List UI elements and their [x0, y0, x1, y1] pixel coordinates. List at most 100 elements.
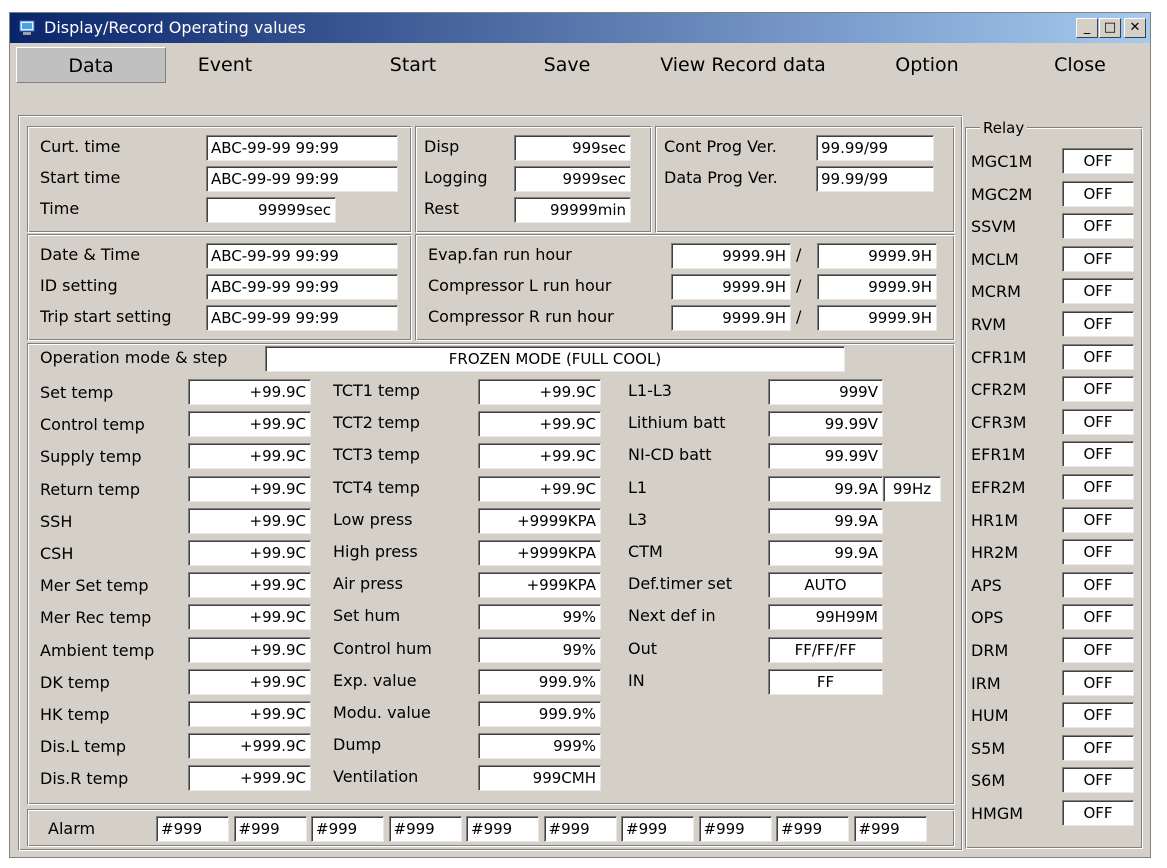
l3-label: L3: [628, 509, 648, 529]
relay-hmgm-label: HMGM: [971, 804, 1024, 823]
alarm-field: #999: [466, 816, 539, 842]
control-hum-label: Control hum: [333, 638, 432, 658]
in-label: IN: [628, 670, 645, 690]
ventilation-field: 999CMH: [478, 765, 601, 792]
window-title: Display/Record Operating values: [44, 18, 306, 37]
high-press-field: +9999KPA: [478, 540, 601, 566]
relay-efr2m-field: OFF: [1062, 474, 1134, 500]
l3-field: 99.9A: [768, 507, 883, 534]
evap-fan-run-hour-field-1: 9999.9H: [671, 243, 791, 269]
alarm-field: #999: [156, 816, 229, 842]
ctm-label: CTM: [628, 542, 663, 561]
mer-set-temp-field: +99.9C: [188, 572, 311, 599]
ni-cd-batt-field: 99.99V: [768, 443, 883, 470]
relay-irm-field: OFF: [1062, 669, 1134, 696]
relay-mgc2m-field: OFF: [1062, 180, 1134, 207]
dump-label: Dump: [333, 735, 382, 755]
version-group: Cont Prog Ver. 99.99/99 Data Prog Ver. 9…: [655, 126, 955, 233]
menu-view-record-button[interactable]: View Record data: [638, 47, 848, 83]
operation-mode-field: FROZEN MODE (FULL COOL): [265, 346, 845, 372]
relay-ops-field: OFF: [1062, 604, 1134, 631]
relay-s6m-field: OFF: [1062, 767, 1134, 794]
logging-field: 9999sec: [514, 166, 631, 192]
relay-mcrm-label: MCRM: [971, 282, 1021, 302]
alarm-group: Alarm #999 #999 #999 #999 #999 #999 #999 #999 #9…: [27, 809, 955, 847]
alarm-field: #999: [311, 816, 384, 842]
maximize-button[interactable]: □: [1099, 18, 1121, 38]
app-icon: [19, 20, 35, 35]
alarm-field: #999: [621, 816, 694, 842]
relay-mcrm-field: OFF: [1062, 278, 1134, 305]
low-press-field: +9999KPA: [478, 507, 601, 534]
title-bar: Display/Record Operating values _ □ ✕: [10, 13, 1150, 43]
relay-group: MGC1M OFF MGC2M OFF SSVM OFF MCLM OFF MCRM OFF RVM…: [965, 127, 1143, 849]
relay-hr2m-label: HR2M: [971, 543, 1019, 563]
trip-start-setting-field: ABC-99-99 99:99: [206, 305, 398, 331]
close-window-button[interactable]: ✕: [1124, 18, 1146, 38]
menu-option-button[interactable]: Option: [882, 47, 972, 83]
menu-event-button[interactable]: Event: [175, 47, 275, 83]
menu-data-button[interactable]: Data: [16, 47, 166, 83]
main-window: Display/Record Operating values _ □ ✕ Da…: [9, 12, 1151, 858]
relay-mgc1m-label: MGC1M: [971, 152, 1033, 171]
operation-values-group: Operation mode & step FROZEN MODE (FULL …: [27, 343, 955, 805]
dk-temp-label: DK temp: [40, 672, 110, 692]
relay-hr1m-label: HR1M: [971, 510, 1019, 530]
disp-group: Disp 999sec Logging 9999sec Rest 99999mi…: [415, 126, 652, 233]
time-label: Time: [40, 199, 80, 218]
run-hours-group: Evap.fan run hour 9999.9H / 9999.9H Comp…: [415, 234, 955, 341]
high-press-label: High press: [333, 542, 418, 561]
relay-hmgm-field: OFF: [1062, 800, 1134, 826]
date-time-field: ABC-99-99 99:99: [206, 243, 398, 269]
operation-mode-label: Operation mode & step: [40, 348, 228, 367]
rest-label: Rest: [424, 199, 459, 218]
l1-field: 99.9A: [768, 475, 883, 502]
menu-close-button[interactable]: Close: [1030, 47, 1130, 83]
csh-label: CSH: [40, 544, 74, 563]
separator-slash: /: [796, 245, 802, 264]
curt-time-field: ABC-99-99 99:99: [206, 135, 398, 161]
separator-slash: /: [796, 276, 802, 295]
dis-l-temp-label: Dis.L temp: [40, 737, 127, 757]
minimize-button[interactable]: _: [1076, 18, 1098, 38]
next-def-in-field: 99H99M: [768, 604, 883, 631]
menu-start-button[interactable]: Start: [368, 47, 458, 83]
tct1-temp-field: +99.9C: [478, 379, 601, 405]
alarm-field: #999: [388, 816, 462, 842]
ctm-field: 99.9A: [768, 540, 883, 566]
l1-frequency-field: 99Hz: [883, 475, 941, 502]
relay-drm-field: OFF: [1062, 637, 1134, 663]
ambient-temp-field: +99.9C: [188, 636, 311, 663]
relay-aps-label: APS: [971, 575, 1002, 595]
out-label: Out: [628, 638, 658, 658]
exp-value-field: 999.9%: [478, 668, 601, 695]
modu-value-field: 999.9%: [478, 701, 601, 727]
evap-fan-run-hour-label: Evap.fan run hour: [428, 245, 572, 264]
relay-mclm-label: MCLM: [971, 249, 1019, 269]
l1-l3-label: L1-L3: [628, 381, 672, 400]
hk-temp-label: HK temp: [40, 705, 110, 724]
air-press-field: +999KPA: [478, 572, 601, 599]
data-prog-ver-label: Data Prog Ver.: [664, 168, 778, 187]
relay-hum-label: HUM: [971, 706, 1009, 726]
def-timer-set-label: Def.timer set: [628, 574, 732, 594]
relay-ops-label: OPS: [971, 608, 1004, 628]
alarm-field: #999: [233, 816, 307, 842]
date-time-label: Date & Time: [40, 245, 141, 264]
relay-cfr3m-field: OFF: [1062, 408, 1134, 435]
out-field: FF/FF/FF: [768, 636, 883, 663]
relay-mgc2m-label: MGC2M: [971, 184, 1033, 204]
in-field: FF: [768, 668, 883, 695]
id-setting-field: ABC-99-99 99:99: [206, 274, 398, 300]
disp-label: Disp: [424, 137, 460, 156]
supply-temp-field: +99.9C: [188, 443, 311, 470]
relay-ssvm-label: SSVM: [971, 217, 1017, 237]
relay-efr1m-field: OFF: [1062, 441, 1134, 468]
relay-ssvm-field: OFF: [1062, 213, 1134, 240]
relay-drm-label: DRM: [971, 641, 1009, 660]
compressor-r-run-hour-field-2: 9999.9H: [817, 305, 937, 331]
disp-field: 999sec: [514, 135, 631, 161]
hk-temp-field: +99.9C: [188, 701, 311, 727]
tct4-temp-field: +99.9C: [478, 475, 601, 502]
menu-save-button[interactable]: Save: [522, 47, 612, 83]
